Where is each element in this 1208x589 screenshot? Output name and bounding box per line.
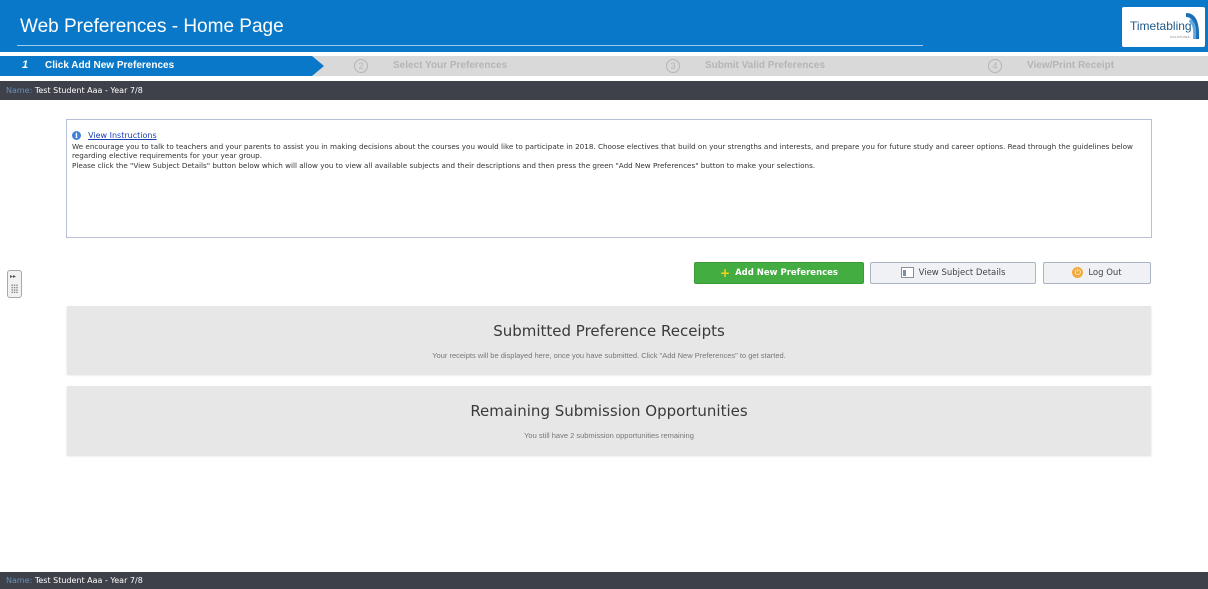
name-label: Name: — [6, 576, 33, 585]
instructions-text: We encourage you to talk to teachers and… — [72, 142, 1150, 170]
step-number-circle: 4 — [988, 59, 1002, 73]
instructions-box: i View Instructions We encourage you to … — [66, 119, 1152, 238]
step-label: Click Add New Preferences — [45, 60, 175, 71]
name-value: Test Student Aaa - Year 7/8 — [34, 576, 143, 585]
step-number-circle: 3 — [666, 59, 680, 73]
document-icon — [900, 267, 914, 278]
view-button-label: View Subject Details — [918, 268, 1006, 278]
remaining-subtitle: You still have 2 submission opportunitie… — [524, 431, 694, 440]
side-panel-toggle[interactable]: ▸▸ — [7, 270, 22, 298]
step-label: View/Print Receipt — [1027, 60, 1115, 71]
step-label: Select Your Preferences — [393, 60, 508, 71]
name-label: Name: — [6, 86, 33, 95]
add-new-preferences-button[interactable]: + Add New Preferences — [694, 262, 864, 284]
step-number-circle: 2 — [354, 59, 368, 73]
logo-swoosh-icon — [1186, 13, 1200, 39]
step-number: 1 — [22, 59, 29, 71]
instructions-line-2: Please click the "View Subject Details" … — [72, 160, 816, 170]
grip-icon — [11, 284, 18, 293]
logout-button-label: Log Out — [1088, 268, 1122, 278]
title-underline — [17, 45, 923, 46]
receipts-title: Submitted Preference Receipts — [493, 322, 725, 340]
footer-name-bar: Name: Test Student Aaa - Year 7/8 — [0, 572, 1208, 589]
app-header: Web Preferences - Home Page Timetabling … — [0, 0, 1208, 52]
timetabling-logo: Timetabling SOLUTIONS — [1122, 7, 1205, 47]
page-title: Web Preferences - Home Page — [20, 16, 284, 37]
log-out-button[interactable]: ⏻ Log Out — [1043, 262, 1151, 284]
expand-arrows-icon: ▸▸ — [10, 273, 17, 280]
remaining-opportunities-panel: Remaining Submission Opportunities You s… — [67, 386, 1151, 455]
power-icon: ⏻ — [1072, 267, 1084, 278]
step-label: Submit Valid Preferences — [705, 60, 826, 71]
student-name-bar: Name: Test Student Aaa - Year 7/8 — [0, 81, 1208, 100]
receipts-subtitle: Your receipts will be displayed here, on… — [432, 351, 786, 360]
progress-steps: 1 Click Add New Preferences 2 Select You… — [0, 56, 1208, 76]
view-subject-details-button[interactable]: View Subject Details — [870, 262, 1036, 284]
plus-icon: + — [720, 265, 731, 280]
instructions-line-1: We encourage you to talk to teachers and… — [72, 142, 1133, 161]
logo-text: Timetabling — [1130, 19, 1192, 33]
name-value: Test Student Aaa - Year 7/8 — [34, 86, 143, 95]
submitted-receipts-panel: Submitted Preference Receipts Your recei… — [67, 306, 1151, 374]
remaining-title: Remaining Submission Opportunities — [470, 402, 748, 420]
view-instructions-link[interactable]: View Instructions — [88, 131, 157, 140]
step-1-active: 1 Click Add New Preferences — [0, 56, 326, 76]
add-button-label: Add New Preferences — [735, 268, 838, 278]
info-icon: i — [72, 131, 81, 140]
